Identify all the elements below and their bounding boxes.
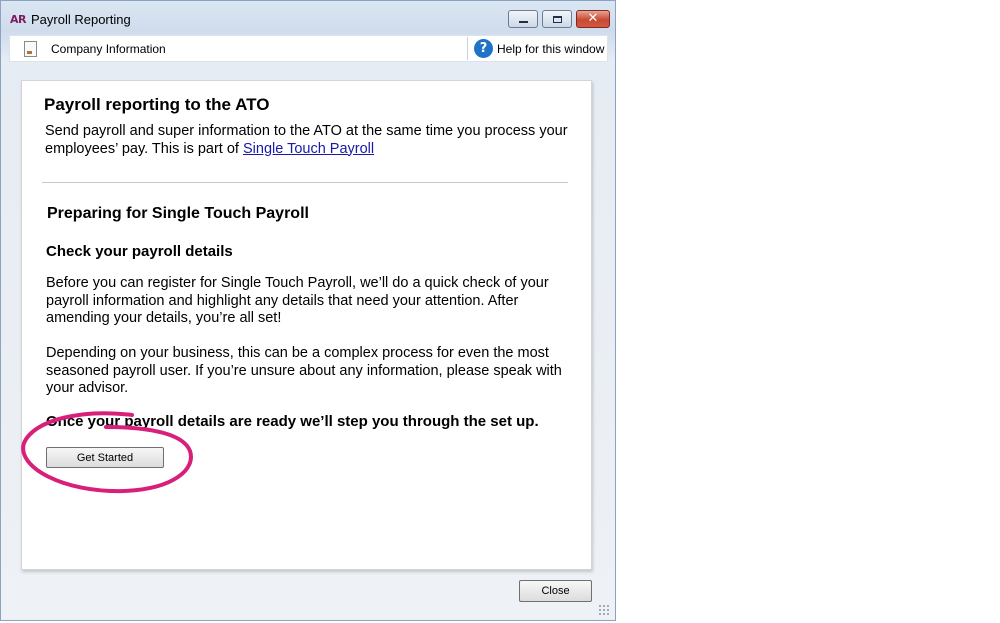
app-logo-icon: AR	[10, 13, 26, 26]
company-information-button[interactable]: Company Information	[24, 36, 166, 61]
close-button[interactable]: Close	[519, 580, 592, 602]
paragraph-complexity: Depending on your business, this can be …	[46, 345, 562, 396]
maximize-icon	[552, 15, 562, 23]
help-label: Help for this window	[497, 41, 605, 56]
page-title: Payroll reporting to the ATO	[44, 95, 270, 114]
help-for-window-button[interactable]: ? Help for this window	[467, 37, 604, 60]
resize-grip-icon[interactable]	[598, 604, 610, 616]
close-icon: ✕	[587, 11, 599, 26]
intro-text: Send payroll and super information to th…	[45, 123, 575, 158]
document-icon	[24, 40, 37, 57]
toolbar: Company Information ? Help for this wind…	[9, 35, 608, 62]
subheading: Check your payroll details	[46, 243, 233, 260]
get-started-button[interactable]: Get Started	[46, 447, 164, 468]
minimize-icon	[518, 20, 528, 23]
maximize-button[interactable]	[542, 10, 572, 28]
window-close-button[interactable]: ✕	[576, 10, 610, 28]
minimize-button[interactable]	[508, 10, 538, 28]
divider	[42, 182, 568, 183]
section-heading: Preparing for Single Touch Payroll	[47, 205, 309, 222]
company-information-label: Company Information	[51, 41, 166, 56]
ready-text: Once your payroll details are ready we’l…	[46, 413, 539, 430]
paragraph-check: Before you can register for Single Touch…	[46, 275, 549, 326]
window-title: Payroll Reporting	[31, 12, 131, 27]
help-icon: ?	[474, 39, 493, 58]
title-bar[interactable]: AR Payroll Reporting ✕	[1, 1, 615, 37]
single-touch-payroll-link[interactable]: Single Touch Payroll	[243, 141, 374, 157]
content-panel: Payroll reporting to the ATO Send payrol…	[21, 80, 592, 570]
